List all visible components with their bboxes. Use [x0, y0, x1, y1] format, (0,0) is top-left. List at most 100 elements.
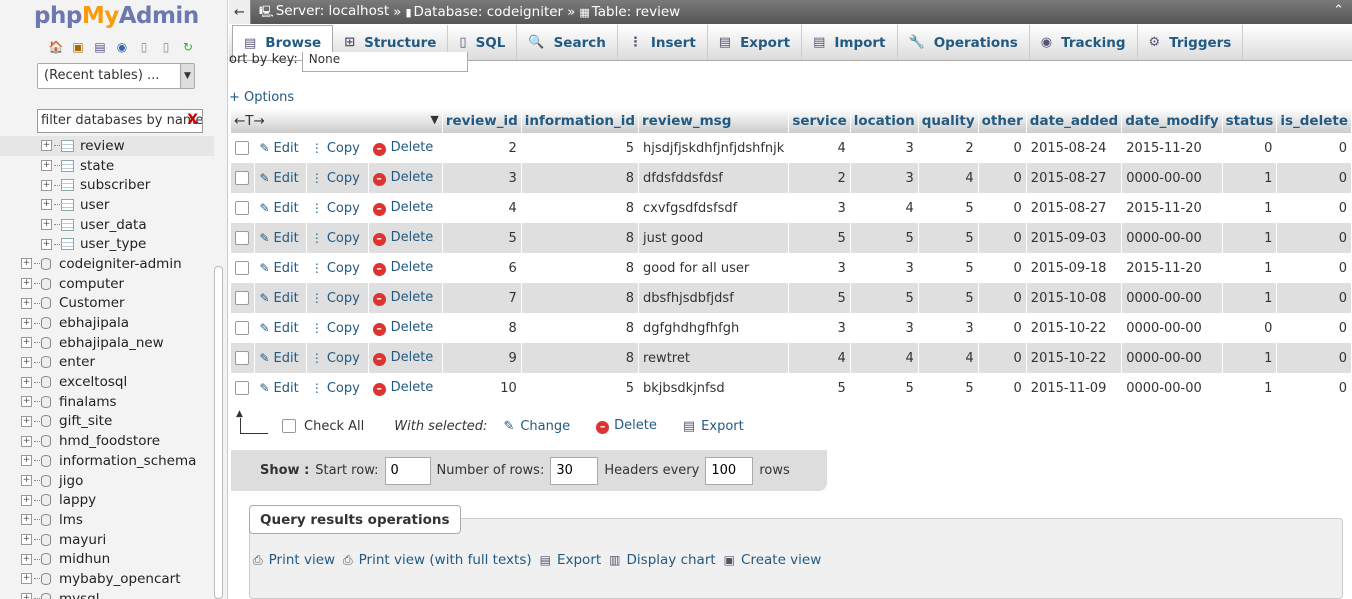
docs-icon[interactable]: ▯	[136, 39, 152, 55]
cell-information_id[interactable]: 8	[521, 313, 640, 343]
expand-icon[interactable]: +	[21, 494, 32, 506]
cell-is_delete[interactable]: 0	[1276, 283, 1352, 313]
cell-location[interactable]: 3	[850, 163, 919, 193]
cell-date_added[interactable]: 2015-10-22	[1026, 313, 1123, 343]
copy-link[interactable]: ⋮ Copy	[306, 253, 369, 283]
query-op-create-view[interactable]: ▣ Create view	[724, 552, 822, 568]
column-header-date_added[interactable]: date_added	[1026, 108, 1123, 133]
nav-scrollbar[interactable]	[214, 266, 223, 599]
bulk-change-button[interactable]: ✎ Change	[503, 419, 570, 434]
cell-other[interactable]: 0	[978, 313, 1027, 343]
edit-link[interactable]: ✎ Edit	[254, 283, 307, 313]
cell-location[interactable]: 4	[850, 193, 919, 223]
expand-icon[interactable]: +	[21, 455, 32, 467]
expand-icon[interactable]: +	[21, 297, 32, 309]
row-checkbox[interactable]	[235, 261, 249, 275]
cell-information_id[interactable]: 8	[521, 163, 640, 193]
nav-db-ebhajipala[interactable]: + ebhajipala	[0, 313, 214, 333]
column-header-other[interactable]: other	[978, 108, 1027, 133]
edit-link[interactable]: ✎ Edit	[254, 223, 307, 253]
cell-service[interactable]: 5	[788, 283, 851, 313]
filter-databases-input[interactable]: filter databases by name X	[37, 109, 203, 133]
cell-service[interactable]: 5	[788, 223, 851, 253]
expand-icon[interactable]: +	[41, 179, 52, 191]
row-checkbox[interactable]	[235, 141, 249, 155]
cell-date_modify[interactable]: 0000-00-00	[1121, 163, 1223, 193]
cell-quality[interactable]: 4	[918, 163, 979, 193]
cell-is_delete[interactable]: 0	[1276, 313, 1352, 343]
expand-icon[interactable]: +	[41, 219, 52, 231]
cell-date_modify[interactable]: 0000-00-00	[1121, 223, 1223, 253]
edit-link[interactable]: ✎ Edit	[254, 133, 307, 163]
cell-status[interactable]: 1	[1222, 253, 1278, 283]
cell-quality[interactable]: 5	[918, 283, 979, 313]
query-op-print-view[interactable]: ⎙ Print view	[253, 552, 335, 568]
cell-review_id[interactable]: 9	[442, 343, 522, 373]
number-of-rows-input[interactable]	[550, 456, 599, 485]
cell-is_delete[interactable]: 0	[1276, 133, 1352, 163]
cell-status[interactable]: 1	[1222, 163, 1278, 193]
cell-other[interactable]: 0	[978, 133, 1027, 163]
nav-table-subscriber[interactable]: + subscriber	[0, 175, 214, 195]
expand-icon[interactable]: +	[41, 160, 52, 172]
check-all-label[interactable]: Check All	[304, 419, 364, 434]
start-row-input[interactable]	[384, 456, 431, 485]
column-resize-icon[interactable]: ←T→	[234, 113, 265, 129]
expand-icon[interactable]: +	[21, 376, 32, 388]
edit-link[interactable]: ✎ Edit	[254, 373, 307, 403]
cell-quality[interactable]: 3	[918, 313, 979, 343]
nav-db-lappy[interactable]: + lappy	[0, 490, 214, 510]
expand-icon[interactable]: +	[41, 199, 52, 211]
expand-icon[interactable]: +	[21, 514, 32, 526]
tab-search[interactable]: 🔍 Search	[517, 25, 618, 60]
home-icon[interactable]: 🏠	[48, 39, 64, 55]
tab-tracking[interactable]: ◉ Tracking	[1030, 25, 1138, 60]
cell-is_delete[interactable]: 0	[1276, 343, 1352, 373]
cell-location[interactable]: 4	[850, 343, 919, 373]
tab-operations[interactable]: 🔧 Operations	[898, 25, 1030, 60]
cell-quality[interactable]: 4	[918, 343, 979, 373]
cell-information_id[interactable]: 8	[521, 253, 640, 283]
delete-link[interactable]: – Delete	[368, 253, 443, 283]
cell-review_msg[interactable]: just good	[638, 223, 790, 253]
help-icon[interactable]: ◉	[114, 39, 130, 55]
cell-review_msg[interactable]: good for all user	[638, 253, 790, 283]
cell-status[interactable]: 1	[1222, 373, 1278, 403]
options-link[interactable]: + Options	[229, 90, 294, 105]
cell-quality[interactable]: 5	[918, 253, 979, 283]
column-header-review_msg[interactable]: review_msg	[638, 108, 790, 133]
row-checkbox[interactable]	[235, 231, 249, 245]
cell-status[interactable]: 1	[1222, 283, 1278, 313]
cell-status[interactable]: 0	[1222, 133, 1278, 163]
cell-review_msg[interactable]: rewtret	[638, 343, 790, 373]
cell-other[interactable]: 0	[978, 193, 1027, 223]
cell-information_id[interactable]: 8	[521, 193, 640, 223]
expand-icon[interactable]: +	[21, 435, 32, 447]
nav-db-enter[interactable]: + enter	[0, 353, 214, 373]
recent-tables-select[interactable]: (Recent tables) ... ▼	[37, 63, 195, 89]
column-header-review_id[interactable]: review_id	[442, 108, 522, 133]
row-checkbox[interactable]	[235, 201, 249, 215]
cell-review_id[interactable]: 4	[442, 193, 522, 223]
copy-link[interactable]: ⋮ Copy	[306, 133, 369, 163]
settings-icon[interactable]: ▯	[158, 39, 174, 55]
query-op-print-view-with-full-texts[interactable]: ⎙ Print view (with full texts)	[343, 552, 532, 568]
expand-icon[interactable]: +	[41, 238, 52, 250]
copy-link[interactable]: ⋮ Copy	[306, 223, 369, 253]
expand-icon[interactable]: +	[21, 573, 32, 585]
cell-other[interactable]: 0	[978, 253, 1027, 283]
expand-icon[interactable]: +	[21, 337, 32, 349]
edit-link[interactable]: ✎ Edit	[254, 253, 307, 283]
cell-is_delete[interactable]: 0	[1276, 193, 1352, 223]
cell-review_msg[interactable]: dgfghdhgfhfgh	[638, 313, 790, 343]
column-header-information_id[interactable]: information_id	[521, 108, 640, 133]
column-header-is_delete[interactable]: is_delete	[1276, 108, 1352, 133]
cell-other[interactable]: 0	[978, 343, 1027, 373]
cell-is_delete[interactable]: 0	[1276, 253, 1352, 283]
cell-service[interactable]: 2	[788, 163, 851, 193]
delete-link[interactable]: – Delete	[368, 133, 443, 163]
cell-review_msg[interactable]: dfdsfddsfdsf	[638, 163, 790, 193]
sort-dropdown-icon[interactable]: ▼	[430, 113, 438, 126]
breadcrumb-table[interactable]: ▦ Table: review	[579, 4, 680, 20]
cell-service[interactable]: 3	[788, 313, 851, 343]
